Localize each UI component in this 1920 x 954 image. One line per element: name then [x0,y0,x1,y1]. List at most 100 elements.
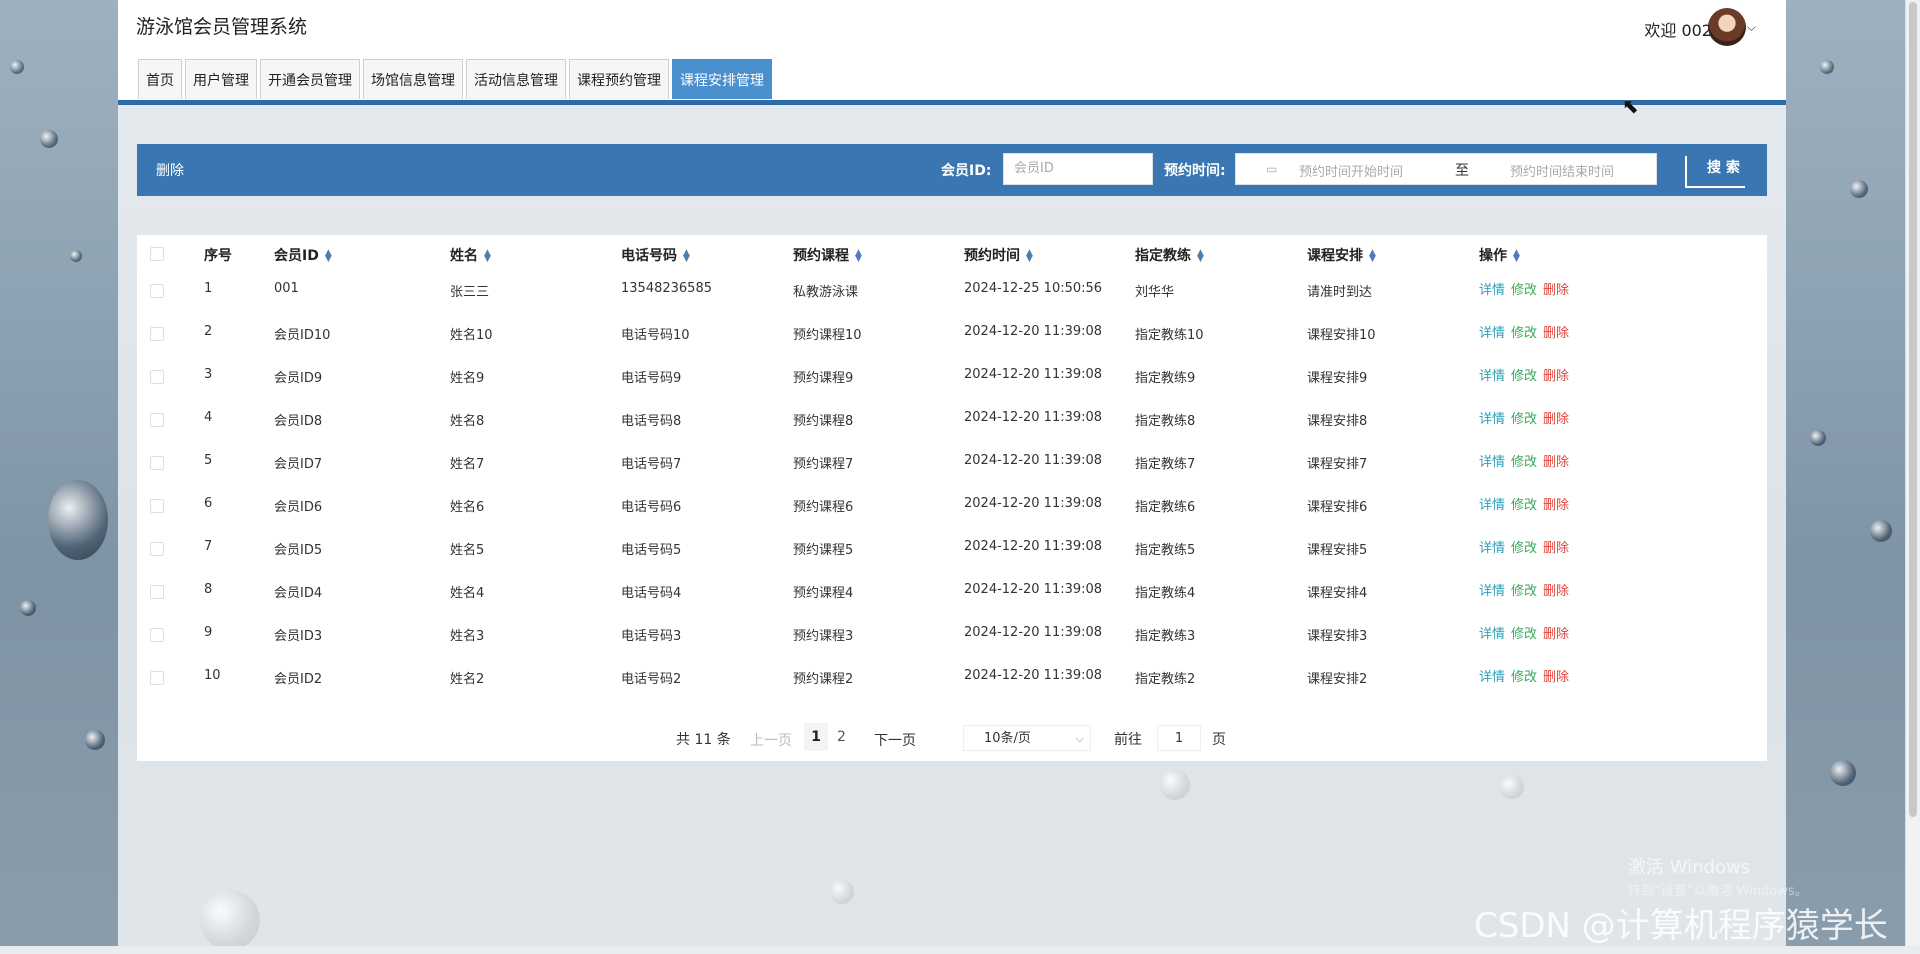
prev-page-button[interactable]: 上一页 [750,730,792,750]
detail-button[interactable]: 详情 [1479,455,1505,470]
sort-icon[interactable]: ▲ ▼ [325,249,332,264]
page-scrollbar[interactable] [1905,0,1920,954]
header-member-id[interactable]: 会员ID ▲ ▼ [274,245,332,265]
goto-page-input[interactable]: 1 [1157,725,1201,751]
row-checkbox[interactable] [150,499,164,513]
header-coach[interactable]: 指定教练 ▲ ▼ [1135,245,1204,265]
edit-button[interactable]: 修改 [1511,584,1537,599]
header-schedule[interactable]: 课程安排 ▲ ▼ [1307,245,1376,265]
cell-index: 7 [204,539,213,554]
cell-time: 2024-12-20 11:39:08 [964,625,1103,640]
table-row: 5 会员ID7 姓名7 电话号码7 预约课程7 2024-12-20 11:39:08 指定… [137,441,1767,484]
delete-button[interactable]: 删除 [1543,326,1569,341]
sort-icon[interactable]: ▲ ▼ [1369,249,1376,264]
sort-icon[interactable]: ▲ ▼ [683,249,690,264]
edit-button[interactable]: 修改 [1511,498,1537,513]
page-size-select[interactable]: 10条/页 ⌵ [963,725,1091,751]
header-course[interactable]: 预约课程 ▲ ▼ [793,245,862,265]
tab-course-schedule[interactable]: 课程安排管理 [672,59,772,99]
row-checkbox[interactable] [150,628,164,642]
row-actions: 详情 修改 删除 [1479,537,1575,556]
delete-button[interactable]: 删除 [1543,541,1569,556]
delete-button[interactable]: 删除 [1543,498,1569,513]
edit-button[interactable]: 修改 [1511,412,1537,427]
row-checkbox[interactable] [150,671,164,685]
cell-schedule: 课程安排8 [1307,414,1368,429]
row-checkbox[interactable] [150,327,164,341]
header-coach-label: 指定教练 [1135,248,1191,264]
row-checkbox[interactable] [150,413,164,427]
row-checkbox[interactable] [150,585,164,599]
cell-course: 私教游泳课 [793,285,859,300]
sort-icon[interactable]: ▲ ▼ [1513,249,1520,264]
detail-button[interactable]: 详情 [1479,326,1505,341]
tab-activities[interactable]: 活动信息管理 [466,59,566,99]
start-date-input[interactable]: 预约时间开始时间 [1299,161,1403,180]
page-2-button[interactable]: 2 [837,729,846,745]
row-checkbox[interactable] [150,284,164,298]
delete-button[interactable]: 删除 [1543,455,1569,470]
edit-button[interactable]: 修改 [1511,670,1537,685]
edit-button[interactable]: 修改 [1511,627,1537,642]
edit-button[interactable]: 修改 [1511,541,1537,556]
data-table: 序号 会员ID ▲ ▼ 姓名 ▲ ▼ 电话号码 ▲ ▼ 预约课程 ▲ ▼ 预约时间 ▲ ▼ 指定教练… [137,235,1767,761]
cell-schedule: 课程安排5 [1307,543,1368,558]
header-name[interactable]: 姓名 ▲ ▼ [450,245,491,265]
scrollbar-thumb[interactable] [1909,2,1917,817]
delete-button[interactable]: 删除 [1543,670,1569,685]
tab-home[interactable]: 首页 [138,59,182,99]
sort-icon[interactable]: ▲ ▼ [1197,249,1204,264]
tab-course-booking[interactable]: 课程预约管理 [569,59,669,99]
member-id-input[interactable]: 会员ID [1003,153,1153,185]
sort-icon[interactable]: ▲ ▼ [855,249,862,264]
cell-coach: 指定教练8 [1135,414,1196,429]
detail-button[interactable]: 详情 [1479,627,1505,642]
chevron-down-icon[interactable]: ⌵ [1747,20,1756,35]
delete-button[interactable]: 删除 [1543,627,1569,642]
edit-button[interactable]: 修改 [1511,326,1537,341]
nav-tabs: 首页 用户管理 开通会员管理 场馆信息管理 活动信息管理 课程预约管理 课程安排… [138,59,772,100]
delete-button[interactable]: 删除 [1543,412,1569,427]
edit-button[interactable]: 修改 [1511,455,1537,470]
header-member-id-label: 会员ID [274,248,319,264]
search-button[interactable]: 搜 索 [1685,156,1745,188]
tab-venues[interactable]: 场馆信息管理 [363,59,463,99]
detail-button[interactable]: 详情 [1479,369,1505,384]
table-row: 4 会员ID8 姓名8 电话号码8 预约课程8 2024-12-20 11:39:08 指定… [137,398,1767,441]
detail-button[interactable]: 详情 [1479,541,1505,556]
detail-button[interactable]: 详情 [1479,412,1505,427]
sort-icon[interactable]: ▲ ▼ [1026,249,1033,264]
tab-membership[interactable]: 开通会员管理 [260,59,360,99]
select-all-checkbox[interactable] [150,247,164,261]
row-actions: 详情 修改 删除 [1479,666,1575,685]
cell-phone: 电话号码3 [621,629,682,644]
cell-member-id: 会员ID10 [274,328,331,343]
edit-button[interactable]: 修改 [1511,283,1537,298]
tab-users[interactable]: 用户管理 [185,59,257,99]
row-checkbox[interactable] [150,542,164,556]
end-date-input[interactable]: 预约时间结束时间 [1510,161,1614,180]
delete-button[interactable]: 删除 [1543,584,1569,599]
cell-name: 姓名7 [450,457,485,472]
header-phone[interactable]: 电话号码 ▲ ▼ [621,245,690,265]
header-ops[interactable]: 操作 ▲ ▼ [1479,245,1520,265]
batch-delete-button[interactable]: 删除 [156,160,184,180]
delete-button[interactable]: 删除 [1543,369,1569,384]
edit-button[interactable]: 修改 [1511,369,1537,384]
next-page-button[interactable]: 下一页 [874,730,916,750]
avatar[interactable] [1708,8,1746,46]
delete-button[interactable]: 删除 [1543,283,1569,298]
sort-icon[interactable]: ▲ ▼ [484,249,491,264]
detail-button[interactable]: 详情 [1479,670,1505,685]
row-checkbox[interactable] [150,456,164,470]
detail-button[interactable]: 详情 [1479,498,1505,513]
page-1-button[interactable]: 1 [804,723,828,751]
cell-schedule: 课程安排3 [1307,629,1368,644]
header-time[interactable]: 预约时间 ▲ ▼ [964,245,1033,265]
detail-button[interactable]: 详情 [1479,283,1505,298]
row-checkbox[interactable] [150,370,164,384]
date-range-picker[interactable]: ▭ 预约时间开始时间 至 预约时间结束时间 [1235,153,1657,185]
cell-member-id: 会员ID8 [274,414,323,429]
detail-button[interactable]: 详情 [1479,584,1505,599]
cell-coach: 指定教练2 [1135,672,1196,687]
